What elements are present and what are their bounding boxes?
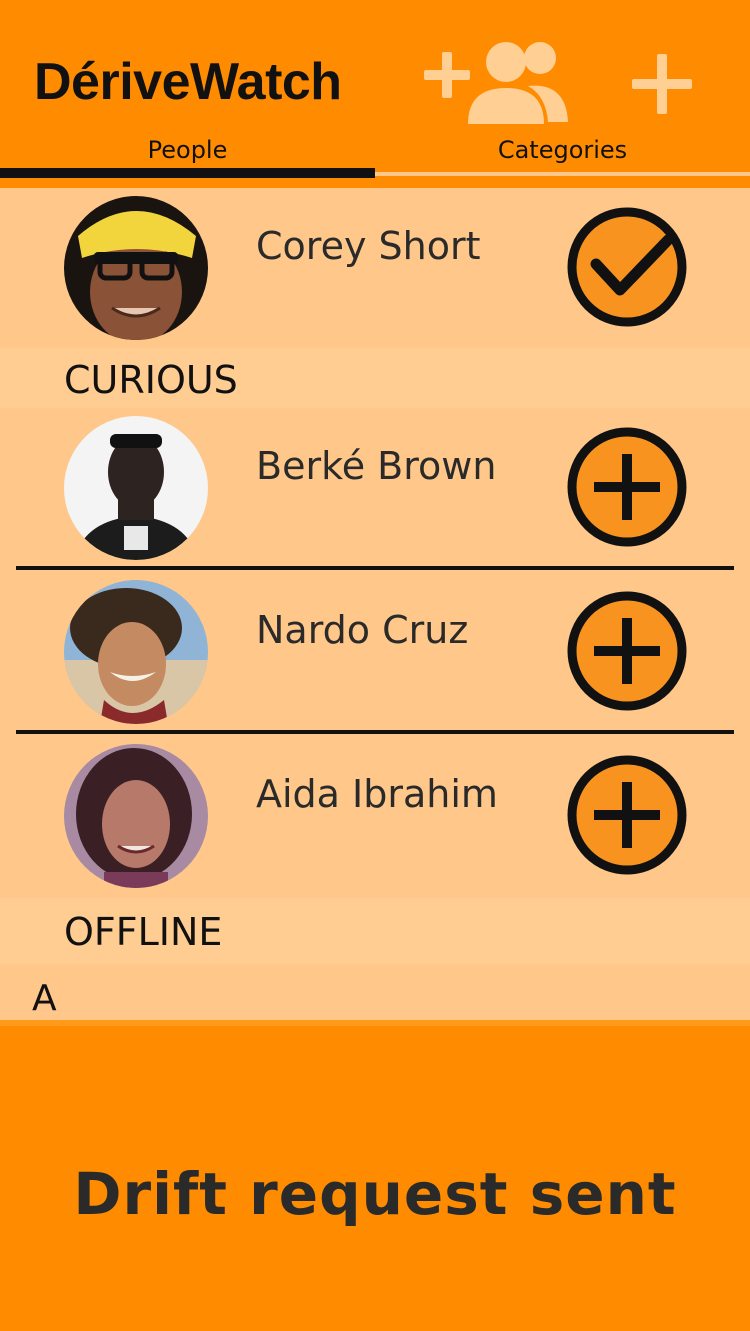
person-name: Corey Short — [256, 224, 481, 268]
add-group-icon — [424, 42, 568, 124]
section-label: OFFLINE — [64, 910, 223, 954]
plus-circle-icon — [567, 427, 687, 547]
plus-circle-icon — [567, 591, 687, 711]
plus-circle-icon — [567, 755, 687, 875]
app-root: DériveWatch People Categories Corey Shor… — [0, 0, 750, 1331]
alpha-index-header: A — [0, 964, 750, 1022]
add-person-button[interactable] — [566, 590, 688, 712]
list-item[interactable]: Corey Short — [0, 188, 750, 348]
list-item[interactable]: Nardo Cruz — [0, 572, 750, 732]
tab-categories-label: Categories — [497, 136, 628, 164]
list-item[interactable]: Aida Ibrahim — [0, 736, 750, 896]
section-label: CURIOUS — [64, 358, 238, 402]
add-group-button[interactable] — [418, 36, 578, 126]
add-button[interactable] — [622, 44, 702, 124]
tab-categories[interactable]: Categories — [375, 128, 750, 178]
app-header: DériveWatch People Categories — [0, 0, 750, 188]
snackbar: Drift request sent — [0, 1020, 750, 1331]
person-name: Berké Brown — [256, 444, 497, 488]
tab-track — [375, 172, 750, 176]
divider — [16, 566, 734, 570]
avatar — [64, 196, 208, 340]
section-header-curious: CURIOUS — [0, 348, 750, 408]
alpha-index-label: A — [32, 978, 57, 1019]
avatar — [64, 580, 208, 724]
add-person-button[interactable] — [566, 754, 688, 876]
plus-icon — [632, 54, 692, 114]
person-name: Aida Ibrahim — [256, 772, 498, 816]
avatar — [64, 744, 208, 888]
app-title: DériveWatch — [34, 53, 342, 111]
snackbar-message: Drift request sent — [73, 1160, 677, 1228]
check-circle-icon — [567, 207, 687, 327]
avatar — [64, 416, 208, 560]
add-person-button[interactable] — [566, 426, 688, 548]
selected-button[interactable] — [566, 206, 688, 328]
list-item[interactable]: Berké Brown — [0, 408, 750, 568]
divider — [16, 730, 734, 734]
active-tab-indicator — [0, 168, 375, 178]
tab-people-label: People — [147, 136, 228, 164]
section-header-offline: OFFLINE — [0, 898, 750, 964]
person-name: Nardo Cruz — [256, 608, 469, 652]
